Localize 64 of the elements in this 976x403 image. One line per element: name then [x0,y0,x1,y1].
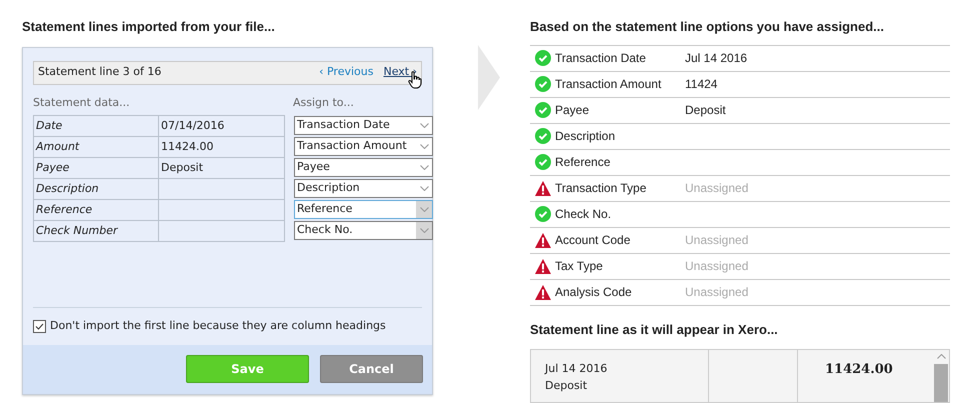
field-value: 11424 [685,76,718,93]
field-name-cell: Payee [34,158,159,178]
preview-date: Jul 14 2016 [545,362,608,376]
field-label: Tax Type [555,258,604,275]
checkbox-label: Don't import the first line because they are column headings [50,318,386,334]
check-circle-icon [535,50,551,66]
field-value: Unassigned [685,232,748,249]
chevron-down-icon [420,165,428,170]
field-label: Reference [555,154,612,171]
field-label: Transaction Amount [555,76,662,93]
section-heading: Based on the statement line options you have assigned... [530,18,885,36]
field-value: Deposit [685,102,726,119]
section-heading: Statement line as it will appear in Xero... [530,320,779,339]
field-value-cell: 11424.00 [159,137,285,157]
chevron-down-icon [420,228,428,233]
warning-icon [535,232,551,248]
assign-dropdown[interactable]: Reference [294,200,433,219]
check-circle-icon [535,206,551,222]
preview-amount: 11424.00 [825,362,893,377]
assign-dropdown[interactable]: Transaction Amount [294,137,433,156]
field-label: Account Code [555,232,632,249]
chevron-down-icon [420,186,428,191]
field-label: Transaction Date [555,50,647,67]
check-circle-icon [535,154,551,170]
chevron-down-icon [420,144,428,149]
field-label: Description [555,128,616,145]
scrollbar-thumb[interactable] [934,364,948,402]
field-value: Unassigned [685,258,748,275]
field-name-cell: Reference [34,200,159,220]
field-label: Analysis Code [555,284,633,301]
chevron-down-icon [420,207,428,212]
field-label: Transaction Type [555,180,648,197]
field-label: Payee [555,102,590,119]
warning-icon [535,258,551,274]
check-circle-icon [535,102,551,118]
field-value: Jul 14 2016 [685,50,748,67]
preview-payee: Deposit [545,379,588,393]
assign-dropdown[interactable]: Transaction Date [294,116,433,135]
pager-label: Statement line 3 of 16 [38,64,162,80]
field-label: Check No. [555,206,612,223]
field-name-cell: Description [34,179,159,199]
check-circle-icon [535,128,551,144]
assign-dropdown[interactable]: Payee [294,158,433,177]
chevron-down-icon [420,123,428,128]
section-heading: Statement lines imported from your file... [22,18,276,36]
column-heading: Assign to... [293,94,354,110]
field-value: Unassigned [685,180,748,197]
assign-dropdown[interactable]: Description [294,179,433,198]
assign-dropdown[interactable]: Check No. [294,221,433,240]
column-heading: Statement data... [33,94,131,110]
field-value-cell: Deposit [159,158,285,178]
checkbox[interactable] [33,320,46,333]
field-value: Unassigned [685,284,748,301]
field-name-cell: Check Number [34,221,159,241]
checkmark-icon [35,322,44,330]
check-circle-icon [535,76,551,92]
field-name-cell: Amount [34,137,159,157]
warning-icon [535,284,551,300]
warning-icon [535,180,551,196]
field-name-cell: Date [34,116,159,136]
scroll-up-icon [936,354,946,359]
hand-cursor-icon [408,70,422,88]
previous-link[interactable]: ‹ Previous [319,64,374,81]
field-value-cell: 07/14/2016 [159,116,285,136]
